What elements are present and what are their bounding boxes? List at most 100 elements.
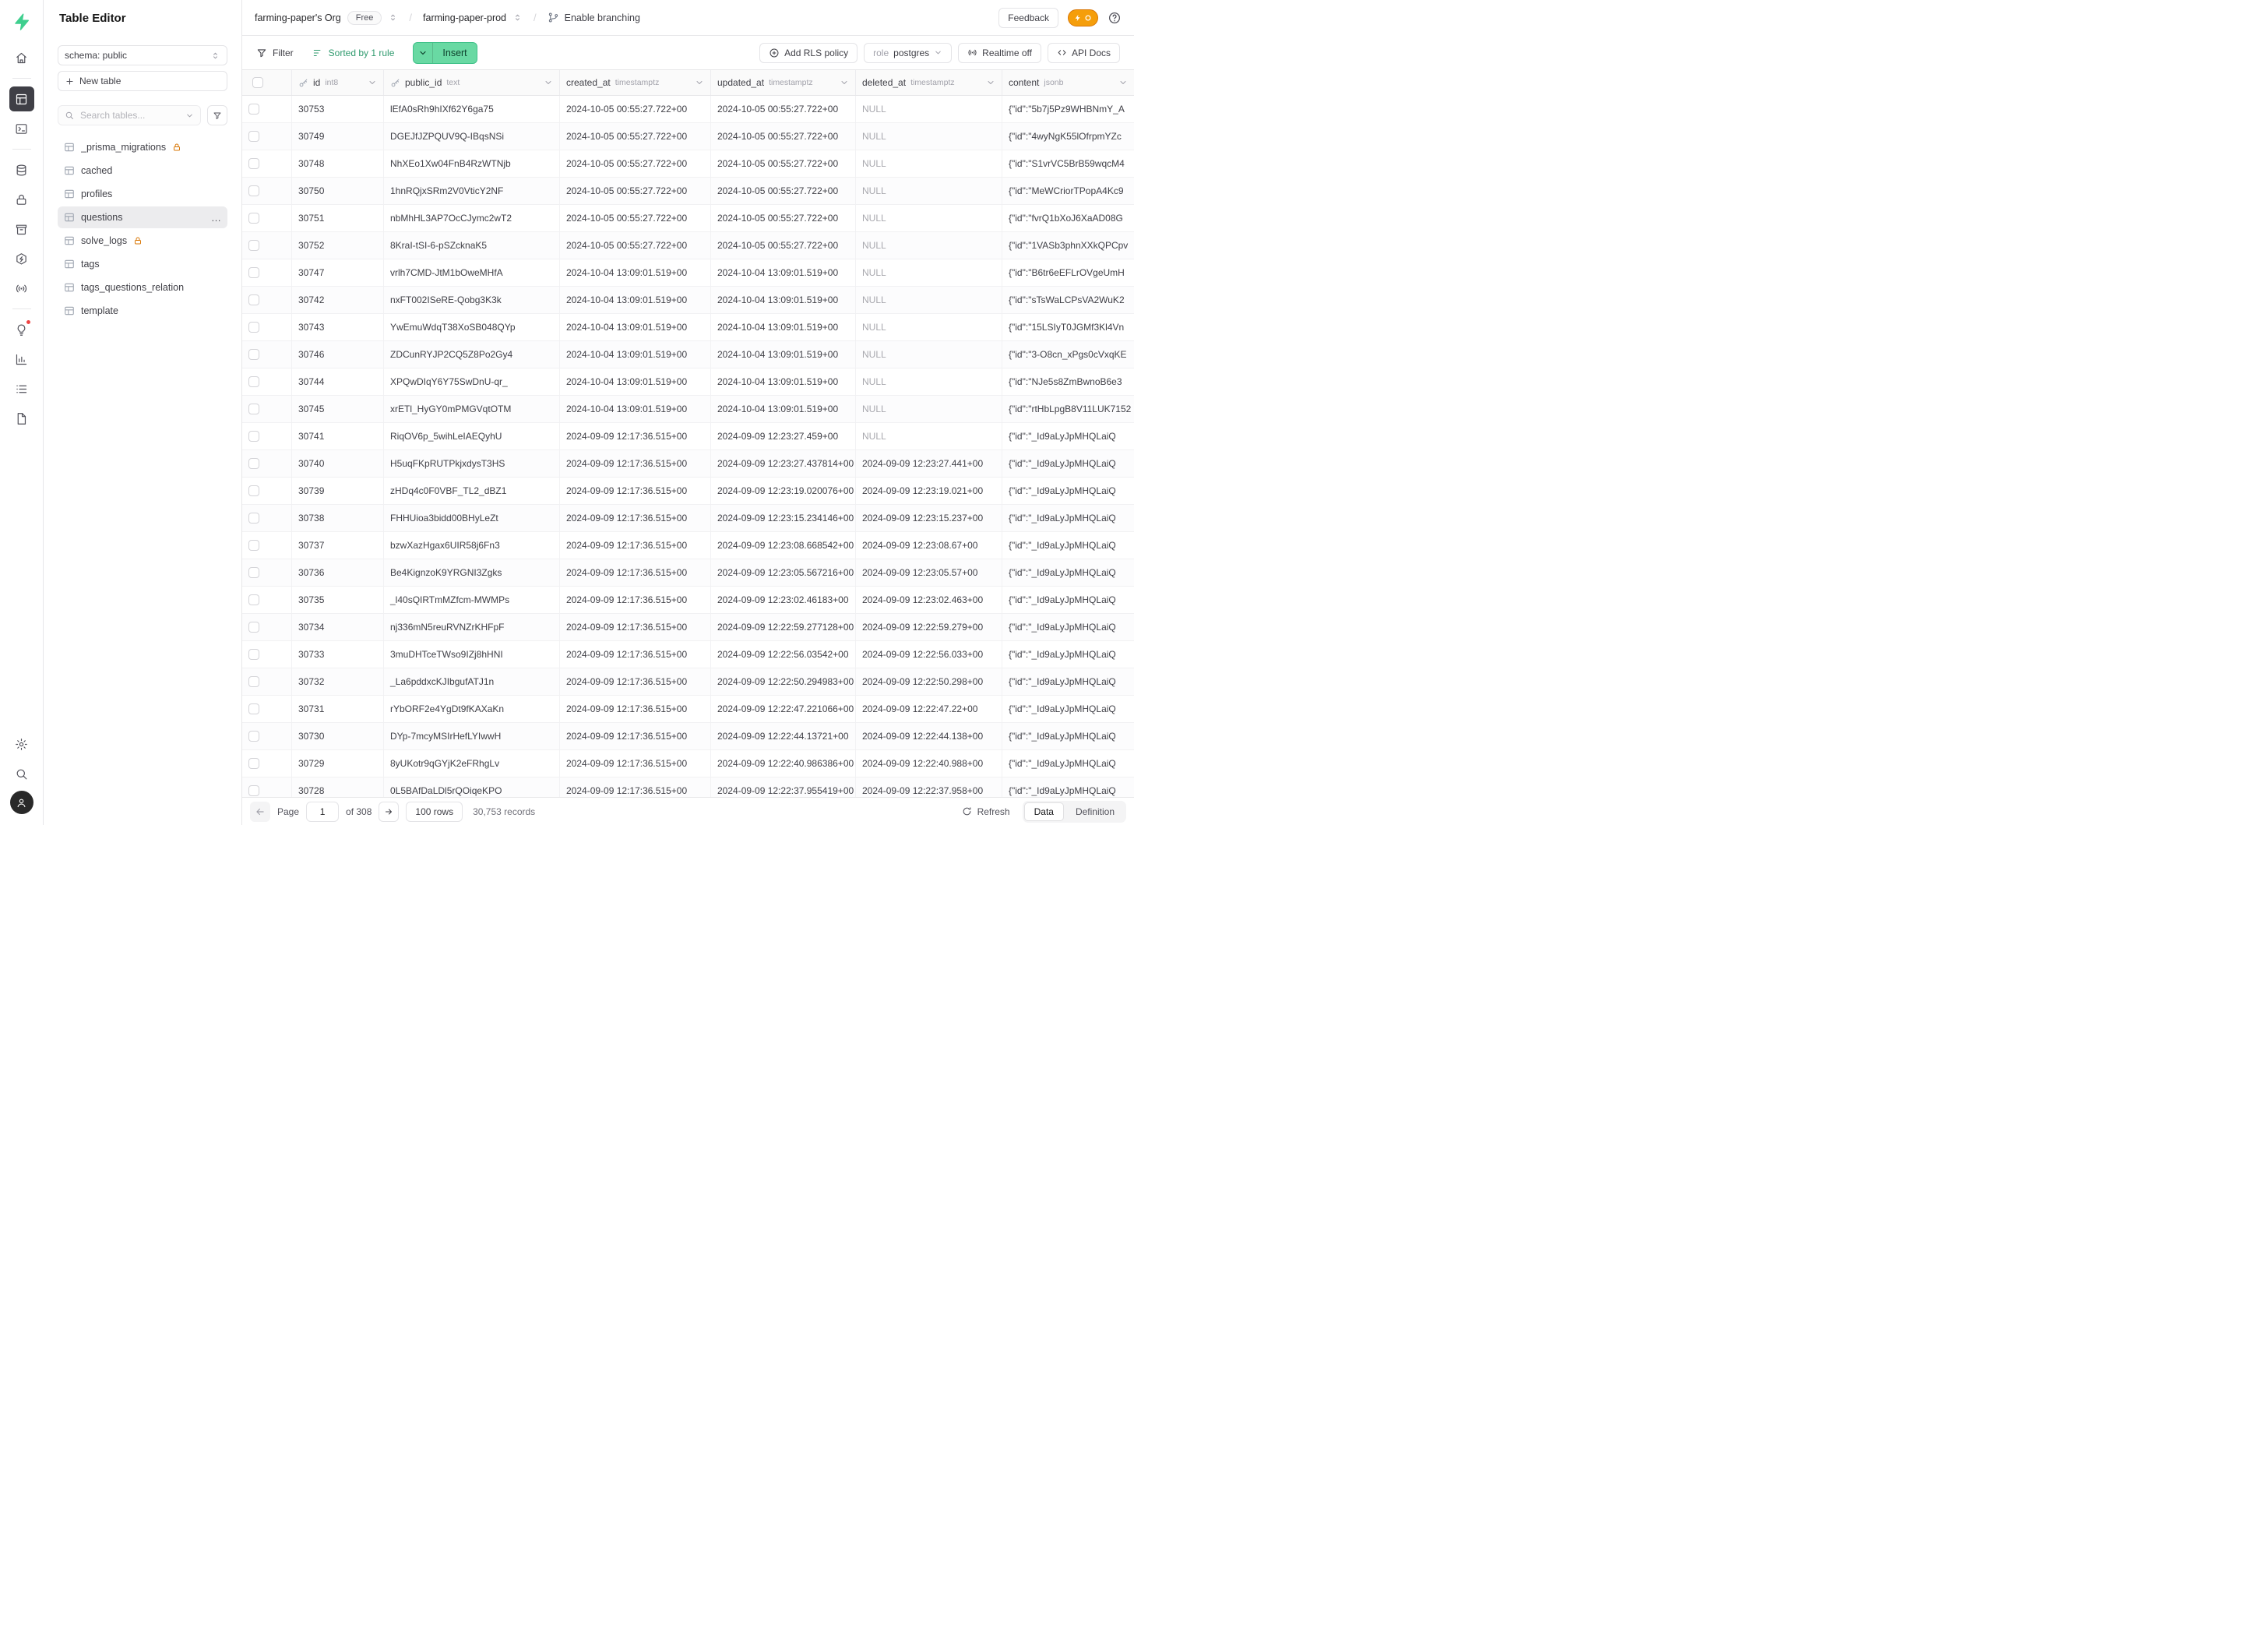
cell-updated_at[interactable]: 2024-09-09 12:22:56.03542+00 [711,641,856,668]
cell-content[interactable]: {"id":"4wyNgK55lOfrpmYZc [1002,123,1134,150]
sidebar-table-questions[interactable]: questions… [58,206,227,228]
supabase-logo[interactable] [9,9,34,34]
cell-id[interactable]: 30728 [292,777,384,797]
cell-updated_at[interactable]: 2024-10-04 13:09:01.519+00 [711,314,856,340]
cell-updated_at[interactable]: 2024-10-04 13:09:01.519+00 [711,341,856,368]
rows-per-page-select[interactable]: 100 rows [406,802,463,822]
nav-logs[interactable] [9,376,34,401]
cell-deleted_at[interactable]: 2024-09-09 12:22:56.033+00 [856,641,1002,668]
cell-deleted_at[interactable]: NULL [856,178,1002,204]
sidebar-table-tags[interactable]: tags [58,253,227,275]
row-checkbox[interactable] [248,676,259,687]
cell-id[interactable]: 30739 [292,478,384,504]
nav-search[interactable] [9,761,34,786]
cell-created_at[interactable]: 2024-10-04 13:09:01.519+00 [560,259,711,286]
sidebar-table-profiles[interactable]: profiles [58,183,227,205]
row-checkbox[interactable] [248,758,259,769]
cell-public_id[interactable]: Be4KignzoK9YRGNI3Zgks [384,559,560,586]
row-checkbox[interactable] [248,131,259,142]
cell-content[interactable]: {"id":"1VASb3phnXXkQPCpv [1002,232,1134,259]
insert-dropdown-icon[interactable] [414,43,433,63]
row-checkbox[interactable] [248,785,259,796]
cell-created_at[interactable]: 2024-09-09 12:17:36.515+00 [560,532,711,559]
cell-content[interactable]: {"id":"3-O8cn_xPgs0cVxqKE [1002,341,1134,368]
cell-deleted_at[interactable]: 2024-09-09 12:23:27.441+00 [856,450,1002,477]
cell-public_id[interactable]: H5uqFKpRUTPkjxdysT3HS [384,450,560,477]
enable-branching-button[interactable]: Enable branching [548,12,640,23]
cell-updated_at[interactable]: 2024-09-09 12:22:50.294983+00 [711,668,856,695]
cell-created_at[interactable]: 2024-10-05 00:55:27.722+00 [560,150,711,177]
cell-content[interactable]: {"id":"_Id9aLyJpMHQLaiQ [1002,777,1134,797]
cell-id[interactable]: 30734 [292,614,384,640]
filter-tables-button[interactable] [207,105,227,125]
cell-updated_at[interactable]: 2024-10-05 00:55:27.722+00 [711,96,856,122]
cell-public_id[interactable]: bzwXazHgax6UIR58j6Fn3 [384,532,560,559]
cell-created_at[interactable]: 2024-09-09 12:17:36.515+00 [560,668,711,695]
cell-created_at[interactable]: 2024-10-05 00:55:27.722+00 [560,178,711,204]
row-checkbox[interactable] [248,185,259,196]
cell-content[interactable]: {"id":"B6tr6eEFLrOVgeUmH [1002,259,1134,286]
cell-created_at[interactable]: 2024-10-05 00:55:27.722+00 [560,123,711,150]
cell-public_id[interactable]: 1hnRQjxSRm2V0VticY2NF [384,178,560,204]
column-header-updated_at[interactable]: updated_attimestamptz [711,70,856,95]
cell-updated_at[interactable]: 2024-09-09 12:22:59.277128+00 [711,614,856,640]
search-tables-input[interactable] [58,105,201,125]
cell-content[interactable]: {"id":"_Id9aLyJpMHQLaiQ [1002,696,1134,722]
cell-content[interactable]: {"id":"MeWCriorTPopA4Kc9 [1002,178,1134,204]
cell-updated_at[interactable]: 2024-10-05 00:55:27.722+00 [711,232,856,259]
cell-deleted_at[interactable]: 2024-09-09 12:22:44.138+00 [856,723,1002,749]
user-avatar[interactable] [10,791,33,814]
row-checkbox[interactable] [248,458,259,469]
cell-public_id[interactable]: DYp-7mcyMSIrHefLYIwwH [384,723,560,749]
select-all-checkbox[interactable] [252,77,263,88]
cell-updated_at[interactable]: 2024-10-04 13:09:01.519+00 [711,396,856,422]
sidebar-table-tags_questions_relation[interactable]: tags_questions_relation [58,277,227,298]
filter-button[interactable]: Filter [256,48,294,58]
row-checkbox[interactable] [248,294,259,305]
cell-public_id[interactable]: ZDCunRYJP2CQ5Z8Po2Gy4 [384,341,560,368]
cell-deleted_at[interactable]: NULL [856,423,1002,450]
cell-created_at[interactable]: 2024-10-04 13:09:01.519+00 [560,396,711,422]
nav-storage[interactable] [9,217,34,242]
nav-table-editor[interactable] [9,86,34,111]
cell-public_id[interactable]: xrETl_HyGY0mPMGVqtOTM [384,396,560,422]
sidebar-table-_prisma_migrations[interactable]: _prisma_migrations [58,136,227,158]
cell-content[interactable]: {"id":"NJe5s8ZmBwnoB6e3 [1002,368,1134,395]
cell-id[interactable]: 30740 [292,450,384,477]
cell-updated_at[interactable]: 2024-10-05 00:55:27.722+00 [711,178,856,204]
cell-created_at[interactable]: 2024-09-09 12:17:36.515+00 [560,450,711,477]
cell-updated_at[interactable]: 2024-09-09 12:23:15.234146+00 [711,505,856,531]
cell-id[interactable]: 30742 [292,287,384,313]
cell-updated_at[interactable]: 2024-10-05 00:55:27.722+00 [711,123,856,150]
cell-id[interactable]: 30744 [292,368,384,395]
cell-created_at[interactable]: 2024-10-05 00:55:27.722+00 [560,205,711,231]
cell-created_at[interactable]: 2024-09-09 12:17:36.515+00 [560,614,711,640]
cell-deleted_at[interactable]: NULL [856,96,1002,122]
cell-content[interactable]: {"id":"_Id9aLyJpMHQLaiQ [1002,450,1134,477]
cell-public_id[interactable]: nj336mN5reuRVNZrKHFpF [384,614,560,640]
column-menu-icon[interactable] [368,78,377,87]
row-checkbox[interactable] [248,158,259,169]
cell-deleted_at[interactable]: NULL [856,150,1002,177]
cell-updated_at[interactable]: 2024-09-09 12:23:05.567216+00 [711,559,856,586]
cell-created_at[interactable]: 2024-09-09 12:17:36.515+00 [560,750,711,777]
cell-created_at[interactable]: 2024-09-09 12:17:36.515+00 [560,478,711,504]
cell-id[interactable]: 30753 [292,96,384,122]
nav-auth[interactable] [9,187,34,212]
tab-data[interactable]: Data [1024,802,1064,821]
cell-public_id[interactable]: NhXEo1Xw04FnB4RzWTNjb [384,150,560,177]
schema-select[interactable]: schema: public [58,45,227,65]
column-header-id[interactable]: idint8 [292,70,384,95]
nav-sql-editor[interactable] [9,116,34,141]
cell-updated_at[interactable]: 2024-09-09 12:22:44.13721+00 [711,723,856,749]
cell-created_at[interactable]: 2024-09-09 12:17:36.515+00 [560,641,711,668]
cell-deleted_at[interactable]: NULL [856,205,1002,231]
breadcrumb-org[interactable]: farming-paper's Org [255,12,341,23]
cell-content[interactable]: {"id":"_Id9aLyJpMHQLaiQ [1002,478,1134,504]
add-rls-policy-button[interactable]: Add RLS policy [759,43,858,63]
column-header-created_at[interactable]: created_attimestamptz [560,70,711,95]
cell-id[interactable]: 30741 [292,423,384,450]
cell-created_at[interactable]: 2024-09-09 12:17:36.515+00 [560,423,711,450]
cell-deleted_at[interactable]: 2024-09-09 12:23:02.463+00 [856,587,1002,613]
cell-public_id[interactable]: 0L5BAfDaLDl5rQOiqeKPO [384,777,560,797]
